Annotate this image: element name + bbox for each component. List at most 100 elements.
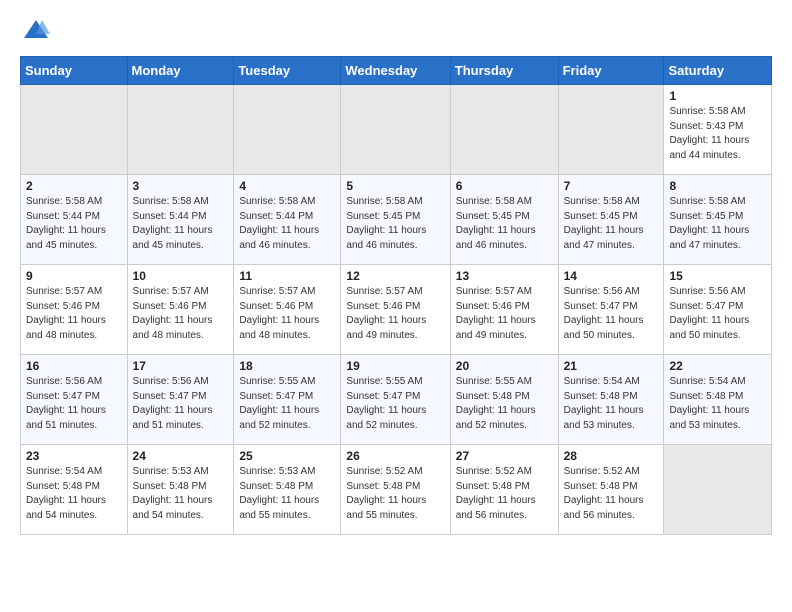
day-info: Sunrise: 5:52 AM Sunset: 5:48 PM Dayligh… [456, 465, 553, 523]
day-info: Sunrise: 5:58 AM Sunset: 5:45 PM Dayligh… [669, 195, 766, 253]
day-cell [664, 445, 772, 535]
day-number: 13 [456, 269, 553, 283]
day-cell [558, 85, 664, 175]
day-number: 23 [26, 449, 122, 463]
day-info: Sunrise: 5:52 AM Sunset: 5:48 PM Dayligh… [564, 465, 659, 523]
day-info: Sunrise: 5:56 AM Sunset: 5:47 PM Dayligh… [669, 285, 766, 343]
day-cell: 24Sunrise: 5:53 AM Sunset: 5:48 PM Dayli… [127, 445, 234, 535]
day-cell: 17 Sunrise: 5:56 AM Sunset: 5:47 PM Dayli… [127, 355, 234, 445]
weekday-friday: Friday [558, 57, 664, 85]
day-cell: 4 Sunrise: 5:58 AM Sunset: 5:44 PM Daylig… [234, 175, 341, 265]
day-number: 3 [133, 179, 229, 193]
day-info: Sunrise: 5:57 AM Sunset: 5:46 PM Dayligh… [133, 285, 229, 343]
day-number: 6 [456, 179, 553, 193]
day-info: Sunrise: 5:58 AM Sunset: 5:44 PM Dayligh… [133, 195, 229, 253]
week-row-5: 23 Sunrise: 5:54 AM Sunset: 5:48 PM Dayli… [21, 445, 772, 535]
day-info: Sunrise: 5:57 AM Sunset: 5:46 PM Dayligh… [26, 285, 122, 343]
weekday-header-row: SundayMondayTuesdayWednesdayThursdayFrid… [21, 57, 772, 85]
week-row-2: 2 Sunrise: 5:58 AM Sunset: 5:44 PM Daylig… [21, 175, 772, 265]
day-number: 8 [669, 179, 766, 193]
day-number: 21 [564, 359, 659, 373]
day-info: Sunrise: 5:58 AM Sunset: 5:45 PM Dayligh… [456, 195, 553, 253]
day-info: Sunrise: 5:57 AM Sunset: 5:46 PM Dayligh… [456, 285, 553, 343]
day-cell: 14 Sunrise: 5:56 AM Sunset: 5:47 PM Dayli… [558, 265, 664, 355]
day-info: Sunrise: 5:58 AM Sunset: 5:43 PM Dayligh… [669, 105, 766, 163]
day-cell [341, 85, 450, 175]
day-number: 12 [346, 269, 444, 283]
day-info: Sunrise: 5:54 AM Sunset: 5:48 PM Dayligh… [564, 375, 659, 433]
day-cell: 26 Sunrise: 5:52 AM Sunset: 5:48 PM Dayli… [341, 445, 450, 535]
day-cell: 15 Sunrise: 5:56 AM Sunset: 5:47 PM Dayli… [664, 265, 772, 355]
day-number: 9 [26, 269, 122, 283]
logo [20, 16, 50, 44]
page: SundayMondayTuesdayWednesdayThursdayFrid… [0, 0, 792, 551]
day-number: 4 [239, 179, 335, 193]
header [20, 16, 772, 44]
day-cell: 21 Sunrise: 5:54 AM Sunset: 5:48 PM Dayli… [558, 355, 664, 445]
day-number: 1 [669, 89, 766, 103]
weekday-monday: Monday [127, 57, 234, 85]
day-cell: 27 Sunrise: 5:52 AM Sunset: 5:48 PM Dayli… [450, 445, 558, 535]
day-number: 22 [669, 359, 766, 373]
day-cell: 7Sunrise: 5:58 AM Sunset: 5:45 PM Daylig… [558, 175, 664, 265]
day-cell: 28 Sunrise: 5:52 AM Sunset: 5:48 PM Dayli… [558, 445, 664, 535]
day-cell: 20 Sunrise: 5:55 AM Sunset: 5:48 PM Dayli… [450, 355, 558, 445]
day-number: 17 [133, 359, 229, 373]
day-number: 11 [239, 269, 335, 283]
day-cell [21, 85, 128, 175]
day-number: 14 [564, 269, 659, 283]
day-cell: 5 Sunrise: 5:58 AM Sunset: 5:45 PM Daylig… [341, 175, 450, 265]
day-cell: 3 Sunrise: 5:58 AM Sunset: 5:44 PM Daylig… [127, 175, 234, 265]
day-info: Sunrise: 5:58 AM Sunset: 5:44 PM Dayligh… [239, 195, 335, 253]
day-info: Sunrise: 5:53 AM Sunset: 5:48 PM Dayligh… [239, 465, 335, 523]
day-cell: 19Sunrise: 5:55 AM Sunset: 5:47 PM Dayli… [341, 355, 450, 445]
day-info: Sunrise: 5:52 AM Sunset: 5:48 PM Dayligh… [346, 465, 444, 523]
day-info: Sunrise: 5:54 AM Sunset: 5:48 PM Dayligh… [26, 465, 122, 523]
day-info: Sunrise: 5:55 AM Sunset: 5:48 PM Dayligh… [456, 375, 553, 433]
day-info: Sunrise: 5:56 AM Sunset: 5:47 PM Dayligh… [133, 375, 229, 433]
day-cell: 11 Sunrise: 5:57 AM Sunset: 5:46 PM Dayli… [234, 265, 341, 355]
logo-icon [22, 16, 50, 44]
day-number: 28 [564, 449, 659, 463]
day-number: 27 [456, 449, 553, 463]
week-row-3: 9 Sunrise: 5:57 AM Sunset: 5:46 PM Daylig… [21, 265, 772, 355]
day-number: 16 [26, 359, 122, 373]
day-number: 24 [133, 449, 229, 463]
day-number: 10 [133, 269, 229, 283]
day-cell: 1 Sunrise: 5:58 AM Sunset: 5:43 PM Daylig… [664, 85, 772, 175]
day-cell: 8 Sunrise: 5:58 AM Sunset: 5:45 PM Daylig… [664, 175, 772, 265]
day-cell: 2 Sunrise: 5:58 AM Sunset: 5:44 PM Daylig… [21, 175, 128, 265]
day-cell: 18 Sunrise: 5:55 AM Sunset: 5:47 PM Dayli… [234, 355, 341, 445]
day-cell [450, 85, 558, 175]
day-cell: 10 Sunrise: 5:57 AM Sunset: 5:46 PM Dayli… [127, 265, 234, 355]
day-info: Sunrise: 5:56 AM Sunset: 5:47 PM Dayligh… [26, 375, 122, 433]
day-info: Sunrise: 5:58 AM Sunset: 5:44 PM Dayligh… [26, 195, 122, 253]
week-row-4: 16 Sunrise: 5:56 AM Sunset: 5:47 PM Dayli… [21, 355, 772, 445]
weekday-tuesday: Tuesday [234, 57, 341, 85]
weekday-wednesday: Wednesday [341, 57, 450, 85]
day-number: 25 [239, 449, 335, 463]
day-number: 2 [26, 179, 122, 193]
day-number: 18 [239, 359, 335, 373]
day-info: Sunrise: 5:57 AM Sunset: 5:46 PM Dayligh… [239, 285, 335, 343]
day-cell: 12Sunrise: 5:57 AM Sunset: 5:46 PM Dayli… [341, 265, 450, 355]
day-cell: 6 Sunrise: 5:58 AM Sunset: 5:45 PM Daylig… [450, 175, 558, 265]
day-number: 20 [456, 359, 553, 373]
day-cell: 23 Sunrise: 5:54 AM Sunset: 5:48 PM Dayli… [21, 445, 128, 535]
day-cell: 16 Sunrise: 5:56 AM Sunset: 5:47 PM Dayli… [21, 355, 128, 445]
weekday-thursday: Thursday [450, 57, 558, 85]
day-info: Sunrise: 5:58 AM Sunset: 5:45 PM Dayligh… [564, 195, 659, 253]
day-info: Sunrise: 5:58 AM Sunset: 5:45 PM Dayligh… [346, 195, 444, 253]
day-cell: 22 Sunrise: 5:54 AM Sunset: 5:48 PM Dayli… [664, 355, 772, 445]
week-row-1: 1 Sunrise: 5:58 AM Sunset: 5:43 PM Daylig… [21, 85, 772, 175]
day-info: Sunrise: 5:55 AM Sunset: 5:47 PM Dayligh… [346, 375, 444, 433]
logo-text [20, 16, 50, 44]
day-info: Sunrise: 5:55 AM Sunset: 5:47 PM Dayligh… [239, 375, 335, 433]
day-number: 26 [346, 449, 444, 463]
day-cell [234, 85, 341, 175]
day-cell [127, 85, 234, 175]
day-info: Sunrise: 5:54 AM Sunset: 5:48 PM Dayligh… [669, 375, 766, 433]
day-number: 5 [346, 179, 444, 193]
day-number: 15 [669, 269, 766, 283]
day-info: Sunrise: 5:56 AM Sunset: 5:47 PM Dayligh… [564, 285, 659, 343]
